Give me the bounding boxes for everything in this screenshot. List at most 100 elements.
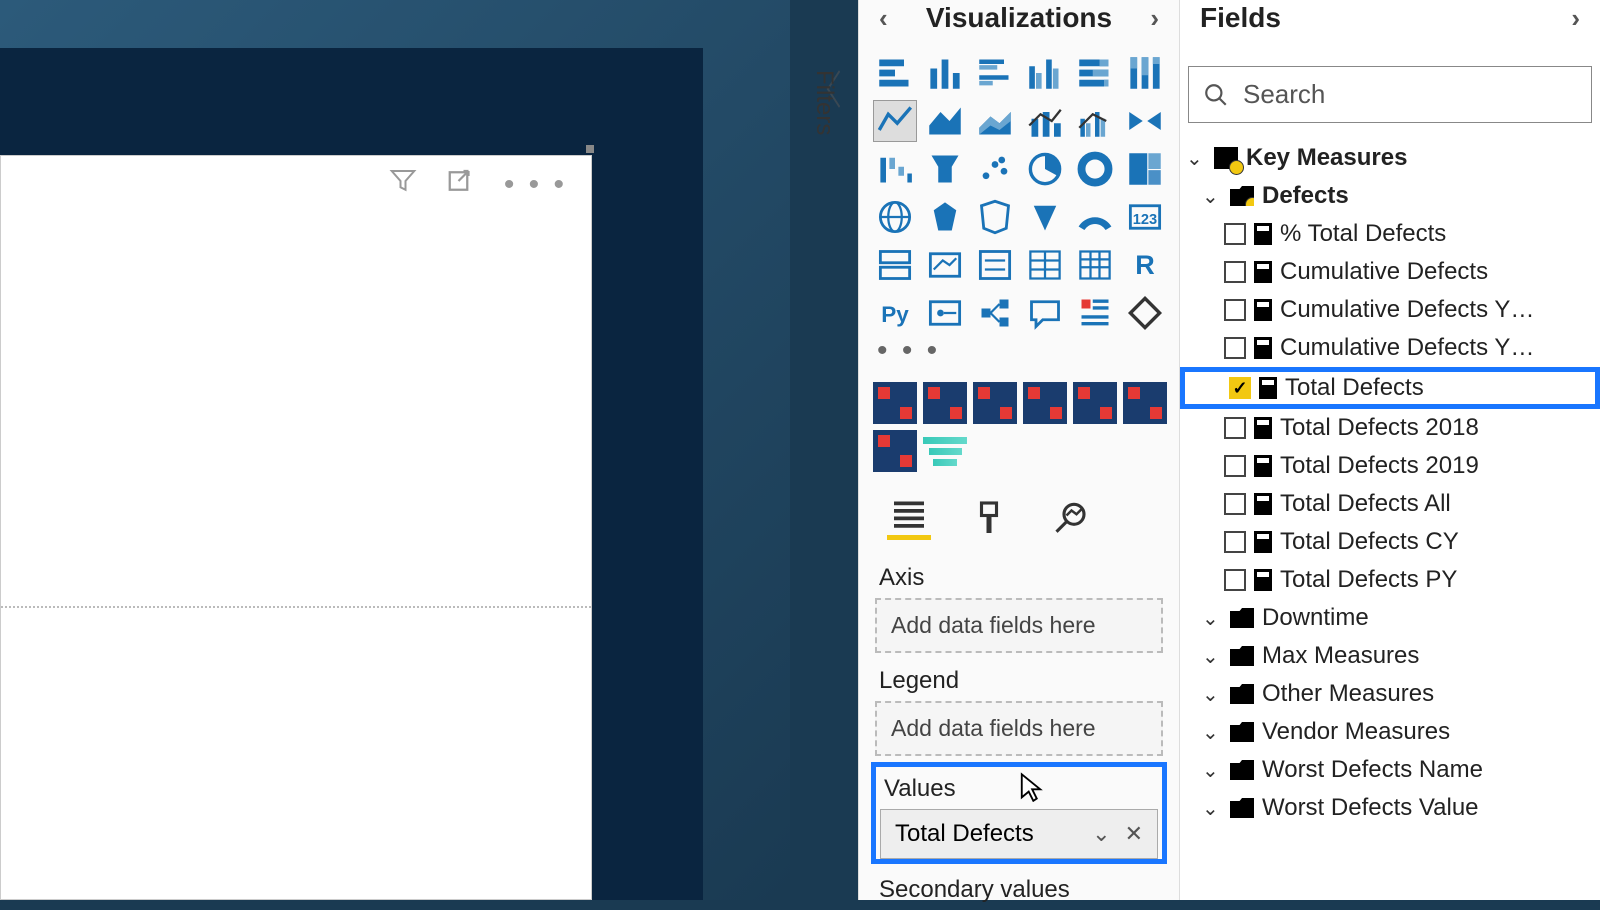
pane-nav-prev-icon[interactable]: ‹ [879,3,888,34]
line-stacked-column-icon[interactable] [1023,100,1067,142]
field-cumulative-defects-y-[interactable]: Cumulative Defects Y… [1180,291,1600,329]
resize-handles[interactable] [586,145,594,153]
format-tab-icon[interactable] [967,496,1011,540]
pie-icon[interactable] [1023,148,1067,190]
table-icon [1214,147,1238,169]
card-icon[interactable]: 123 [1123,196,1167,238]
stacked-area-icon[interactable] [973,100,1017,142]
measure-icon [1254,223,1272,245]
checkbox[interactable] [1229,377,1251,399]
focus-mode-icon[interactable] [446,166,476,204]
axis-drop-zone[interactable]: Add data fields here [875,598,1163,653]
folder-downtime[interactable]: ⌄ Downtime [1180,599,1600,637]
kpi-icon[interactable] [923,244,967,286]
checkbox[interactable] [1224,493,1246,515]
field-cumulative-defects[interactable]: Cumulative Defects [1180,253,1600,291]
python-visual-icon[interactable]: Py [873,292,917,334]
more-options-icon[interactable]: • • • [504,168,567,202]
gauge-icon[interactable] [1073,196,1117,238]
funnel-icon[interactable] [923,148,967,190]
smart-narrative-icon[interactable] [1073,292,1117,334]
field-total-defects-cy[interactable]: Total Defects CY [1180,523,1600,561]
checkbox[interactable] [1224,455,1246,477]
treemap-icon[interactable] [1123,148,1167,190]
field-total-defects-all[interactable]: Total Defects All [1180,485,1600,523]
remove-field-icon[interactable]: ✕ [1125,821,1143,847]
folder-max-measures[interactable]: ⌄ Max Measures [1180,637,1600,675]
custom-viz-2[interactable] [923,382,967,424]
values-field-text: Total Defects [895,820,1034,848]
qa-visual-icon[interactable] [1023,292,1067,334]
checkbox[interactable] [1224,417,1246,439]
table-key-measures[interactable]: ⌄ Key Measures [1180,139,1600,177]
analytics-tab-icon[interactable] [1047,496,1091,540]
checkbox[interactable] [1224,569,1246,591]
donut-icon[interactable] [1073,148,1117,190]
filters-pane-collapsed[interactable]: Filters [810,70,838,135]
decomposition-tree-icon[interactable] [973,292,1017,334]
custom-viz-5[interactable] [1073,382,1117,424]
waterfall-icon[interactable] [873,148,917,190]
checkbox[interactable] [1224,531,1246,553]
checkbox[interactable] [1224,337,1246,359]
table-icon[interactable] [1023,244,1067,286]
r-visual-icon[interactable]: R [1123,244,1167,286]
folder-other-measures[interactable]: ⌄ Other Measures [1180,675,1600,713]
fields-collapse-icon[interactable]: › [1571,3,1580,34]
line-chart-icon[interactable] [873,100,917,142]
stacked-column-icon[interactable] [923,52,967,94]
ribbon-chart-icon[interactable] [1123,100,1167,142]
filled-map-icon[interactable] [923,196,967,238]
measure-icon [1254,261,1272,283]
filter-icon[interactable] [388,166,418,204]
multi-row-card-icon[interactable] [873,244,917,286]
search-icon [1203,82,1229,108]
key-influencers-icon[interactable] [923,292,967,334]
checkbox[interactable] [1224,299,1246,321]
scatter-icon[interactable] [973,148,1017,190]
stacked-bar-100-icon[interactable] [1073,52,1117,94]
checkbox[interactable] [1224,223,1246,245]
folder-defects[interactable]: ⌄ Defects [1180,177,1600,215]
chevron-down-icon[interactable]: ⌄ [1092,821,1110,847]
folder-icon [1230,186,1254,206]
folder-worst-defects-name[interactable]: ⌄ Worst Defects Name [1180,751,1600,789]
line-clustered-column-icon[interactable] [1073,100,1117,142]
field--total-defects[interactable]: % Total Defects [1180,215,1600,253]
paginated-report-icon[interactable] [1123,292,1167,334]
legend-drop-zone[interactable]: Add data fields here [875,701,1163,756]
guide-line [1,606,591,608]
clustered-column-icon[interactable] [1023,52,1067,94]
custom-viz-7[interactable] [873,430,917,472]
area-chart-icon[interactable] [923,100,967,142]
slicer-icon[interactable] [973,244,1017,286]
field-total-defects[interactable]: Total Defects [1180,367,1600,409]
field-total-defects-2018[interactable]: Total Defects 2018 [1180,409,1600,447]
azure-map-icon[interactable] [1023,196,1067,238]
get-more-visuals-icon[interactable]: • • • [859,334,1179,368]
folder-worst-defects-value[interactable]: ⌄ Worst Defects Value [1180,789,1600,827]
map-icon[interactable] [873,196,917,238]
fields-tab-icon[interactable] [887,496,931,540]
shape-map-icon[interactable] [973,196,1017,238]
custom-viz-6[interactable] [1123,382,1167,424]
matrix-icon[interactable] [1073,244,1117,286]
mouse-cursor-icon [1018,772,1044,809]
custom-viz-3[interactable] [973,382,1017,424]
folder-vendor-measures[interactable]: ⌄ Vendor Measures [1180,713,1600,751]
field-total-defects-py[interactable]: Total Defects PY [1180,561,1600,599]
field-label: Cumulative Defects [1280,258,1488,286]
custom-viz-4[interactable] [1023,382,1067,424]
custom-viz-1[interactable] [873,382,917,424]
custom-viz-bar-race[interactable] [923,430,967,472]
pane-nav-next-icon[interactable]: › [1150,3,1159,34]
stacked-column-100-icon[interactable] [1123,52,1167,94]
checkbox[interactable] [1224,261,1246,283]
search-input[interactable]: Search [1188,66,1592,123]
field-cumulative-defects-y-[interactable]: Cumulative Defects Y… [1180,329,1600,367]
field-total-defects-2019[interactable]: Total Defects 2019 [1180,447,1600,485]
values-field-pill[interactable]: Total Defects ⌄ ✕ [880,809,1158,859]
clustered-bar-icon[interactable] [973,52,1017,94]
stacked-bar-icon[interactable] [873,52,917,94]
visual-container[interactable]: • • • [0,155,592,900]
